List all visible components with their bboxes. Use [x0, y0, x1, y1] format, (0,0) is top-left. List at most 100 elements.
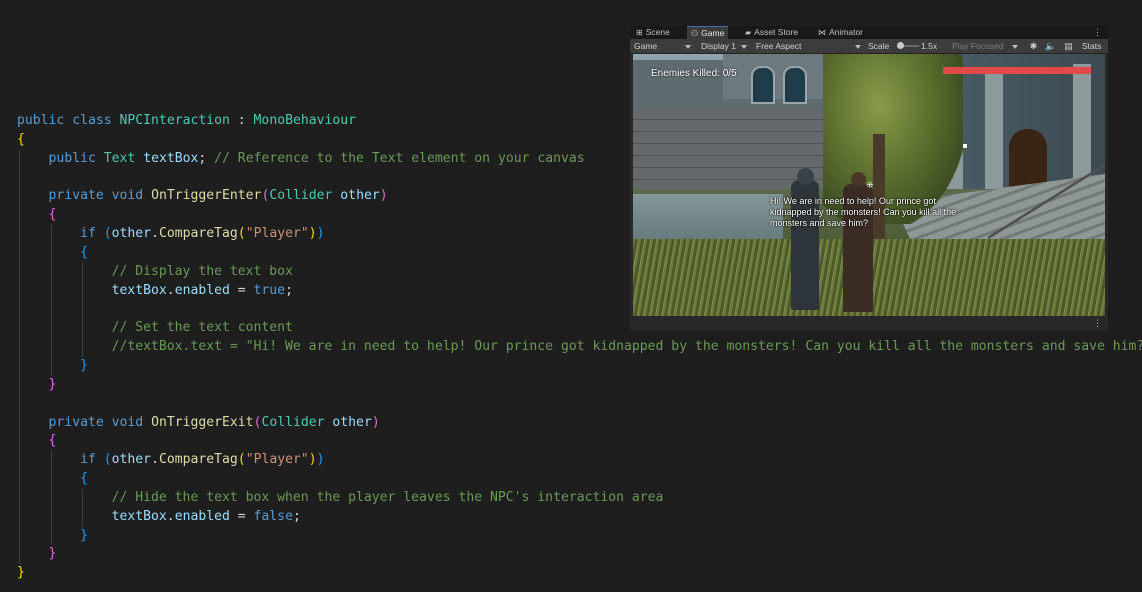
code-token: NPCInteraction — [119, 113, 230, 128]
enemies-killed-counter: Enemies Killed: 0/5 — [651, 68, 737, 79]
indent-guide — [19, 451, 20, 471]
indent-guide — [82, 488, 84, 508]
tab-label: Animator — [829, 27, 864, 37]
code-line[interactable]: // Hide the text box when the player lea… — [17, 488, 1142, 508]
indent-guide — [50, 526, 52, 546]
indent-guide — [19, 488, 20, 508]
code-token: //textBox.text = "Hi! We are in need to … — [111, 339, 1142, 355]
code-line[interactable]: } — [17, 545, 1142, 565]
code-token: other — [111, 452, 152, 468]
crosshair-icon: ⁜ — [866, 180, 874, 190]
indent-guide — [19, 375, 20, 395]
code-token: other — [111, 226, 152, 242]
aspect-dropdown[interactable]: Free Aspect — [756, 39, 862, 53]
code-token: . — [166, 508, 175, 524]
code-line[interactable]: if (other.CompareTag("Player")) — [17, 451, 1142, 471]
npc-head — [797, 168, 814, 185]
indent-guide — [50, 507, 52, 527]
indent-guide — [19, 319, 20, 339]
stats-button[interactable]: Stats — [1082, 39, 1101, 53]
game-mode-dropdown[interactable]: Game — [634, 39, 692, 53]
code-line[interactable]: //textBox.text = "Hi! We are in need to … — [17, 338, 1142, 357]
bug-icon[interactable]: ✱ — [1028, 41, 1039, 51]
unity-tab-bar: ⊞ Scene ⚇ Game ▰ Asset Store ⋈ Animator ⋮ — [630, 26, 1108, 39]
code-line[interactable]: { — [17, 432, 1142, 452]
code-line[interactable]: } — [17, 526, 1142, 546]
code-token: other — [340, 188, 380, 204]
tab-label: Asset Store — [754, 27, 799, 37]
kebab-menu-icon[interactable]: ⋮ — [1093, 26, 1102, 39]
scene-window — [783, 66, 807, 104]
code-line[interactable]: { — [17, 470, 1142, 489]
indent-guide — [50, 356, 52, 376]
game-mode-label: Game — [634, 41, 658, 51]
game-viewport[interactable]: ⁜ Enemies Killed: 0/5 Hi! We are in need… — [633, 54, 1105, 316]
gamepad-icon: ⚇ — [691, 29, 699, 38]
chevron-down-icon — [740, 44, 747, 49]
code-line[interactable]: private void OnTriggerExit(Collider othe… — [17, 413, 1142, 433]
code-token: } — [80, 357, 88, 373]
code-token: } — [48, 376, 57, 392]
code-token: if — [80, 226, 96, 242]
audio-mute-icon[interactable]: 🔈 — [1045, 41, 1056, 51]
code-token: . — [151, 452, 159, 468]
code-token: ; — [292, 508, 301, 524]
indent-guide — [19, 526, 20, 546]
indent-guide — [19, 206, 20, 226]
tab-asset-store[interactable]: ▰ Asset Store — [741, 26, 802, 39]
scene-building-tower — [723, 54, 833, 99]
kebab-menu-icon[interactable]: ⋮ — [1093, 318, 1102, 328]
code-token: MonoBehaviour — [253, 113, 357, 128]
code-token: private — [48, 188, 104, 204]
scene-tree-trunk — [873, 134, 885, 254]
code-token: // Set the text content — [111, 320, 293, 336]
code-line[interactable]: textBox.enabled = false; — [17, 507, 1142, 527]
tab-animator[interactable]: ⋈ Animator — [814, 26, 867, 39]
code-line[interactable]: } — [17, 564, 1142, 583]
code-token: ) — [371, 414, 380, 430]
indent-guide — [19, 356, 20, 376]
scene-window — [751, 66, 775, 104]
code-token: Collider — [269, 188, 333, 204]
code-token: ( — [103, 452, 112, 468]
code-line[interactable]: } — [17, 356, 1142, 376]
code-line[interactable]: } — [17, 375, 1142, 395]
gizmos-icon[interactable]: ▤ — [1063, 41, 1074, 51]
grid-icon: ⊞ — [636, 28, 643, 37]
code-token: private — [48, 414, 104, 430]
code-line[interactable] — [17, 394, 1142, 414]
indent-guide — [19, 413, 20, 433]
scale-label: Scale — [868, 41, 890, 51]
code-token: . — [166, 282, 175, 298]
code-token: { — [80, 471, 88, 487]
code-token: class — [72, 113, 112, 128]
display-label: Display 1 — [701, 41, 736, 51]
play-focused-dropdown[interactable]: Play Focused — [952, 39, 1018, 53]
code-token: public — [17, 113, 65, 128]
code-token: textBox — [111, 282, 167, 298]
tab-scene[interactable]: ⊞ Scene — [632, 26, 674, 39]
code-token: enabled — [174, 282, 230, 298]
indent-guide — [50, 281, 52, 301]
tab-game[interactable]: ⚇ Game — [687, 26, 729, 39]
code-token: ) — [308, 452, 317, 468]
scene-light-spark — [963, 144, 967, 148]
npc-dialog-text: Hi! We are in need to help! Our prince g… — [770, 196, 957, 228]
code-token: // Reference to the Text element on your… — [214, 150, 585, 166]
display-dropdown[interactable]: Display 1 — [701, 39, 747, 53]
scale-slider-handle[interactable] — [897, 42, 904, 49]
code-token: void — [111, 414, 144, 430]
code-token: true — [253, 282, 286, 298]
code-token: "Player" — [245, 226, 309, 242]
